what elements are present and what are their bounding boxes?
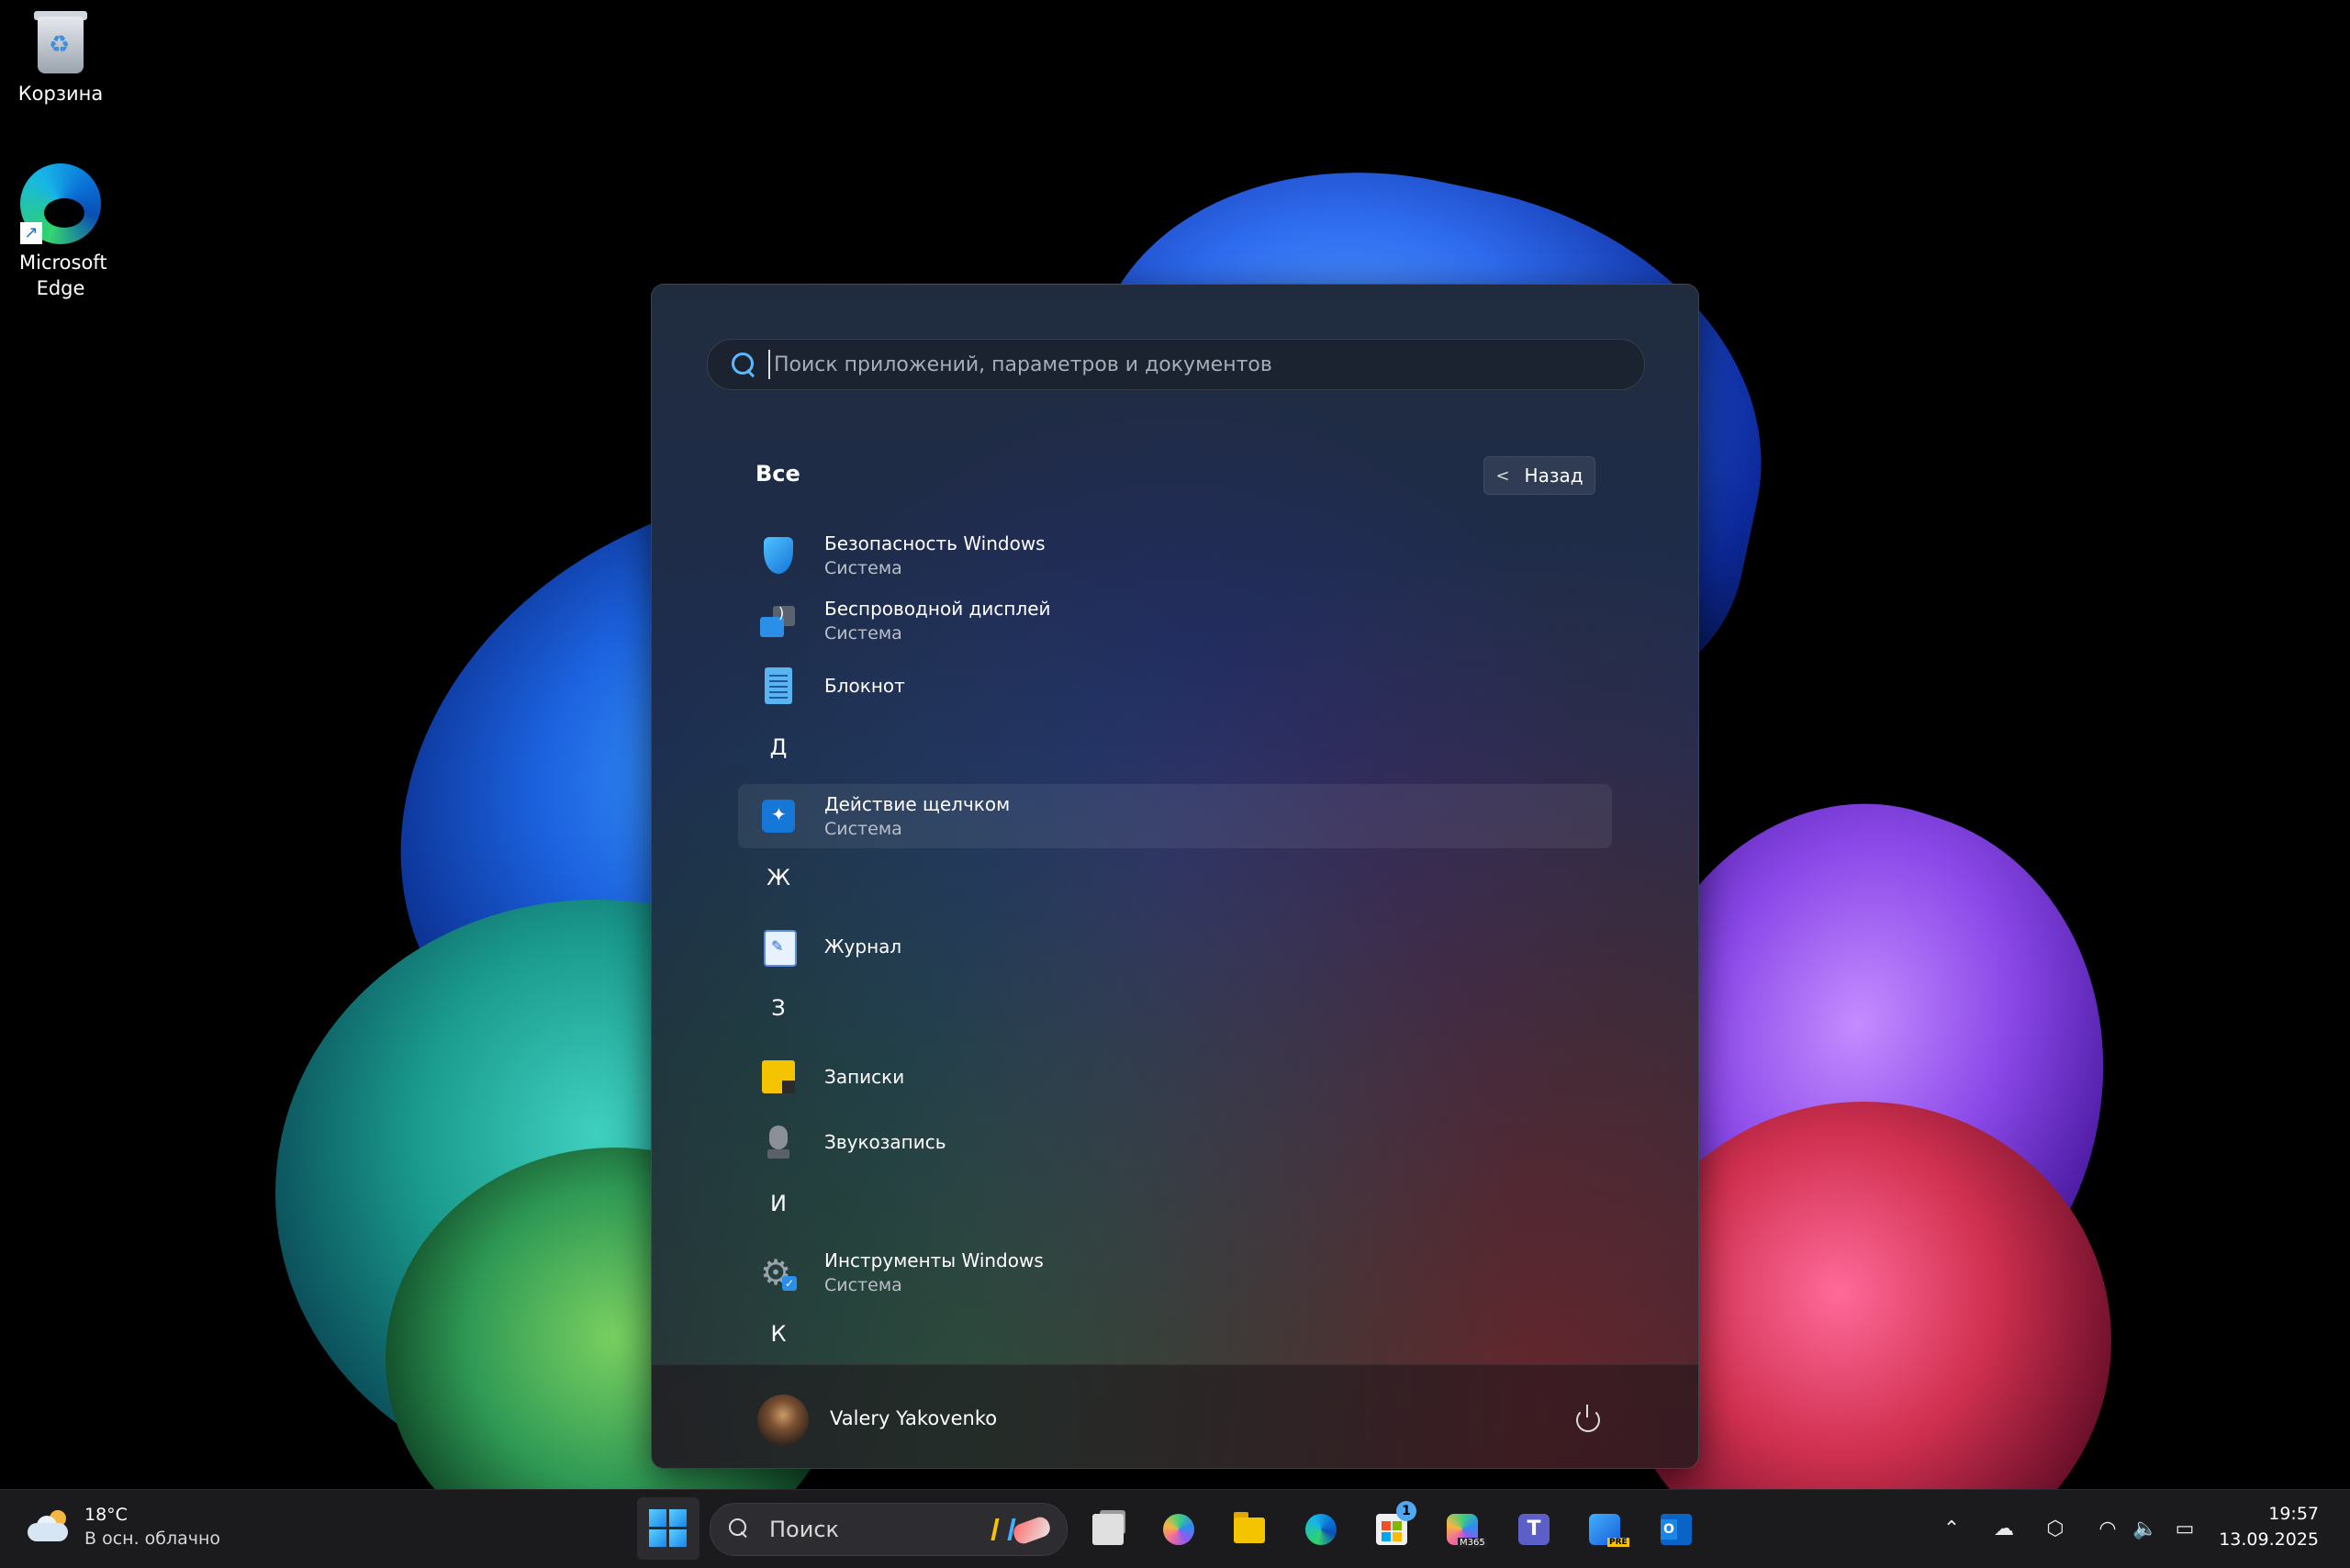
- alphabet-header[interactable]: Д: [760, 734, 797, 760]
- battery-icon[interactable]: ▭: [2173, 1518, 2197, 1541]
- edge-button[interactable]: [1292, 1501, 1348, 1556]
- taskbar: 18°C В осн. облачно Поиск 1 M365 T PRE O…: [0, 1489, 2350, 1568]
- wifi-icon[interactable]: ◠: [2096, 1518, 2120, 1541]
- app-name: Безопасность Windows: [824, 532, 1046, 554]
- edge-icon: ↗: [20, 163, 101, 244]
- back-button-label: Назад: [1524, 465, 1583, 487]
- start-menu-footer: Valery Yakovenko: [652, 1364, 1698, 1468]
- start-search-input[interactable]: [768, 350, 1626, 379]
- alphabet-header[interactable]: И: [760, 1191, 797, 1216]
- search-icon: [730, 351, 757, 378]
- app-item-notepad[interactable]: Блокнот: [738, 654, 1612, 718]
- weather-description: В осн. облачно: [84, 1529, 221, 1549]
- desktop-icon-label: Microsoft Edge: [19, 252, 107, 299]
- preview-app-button[interactable]: PRE: [1576, 1501, 1631, 1556]
- avatar[interactable]: [757, 1394, 809, 1446]
- sticky-notes-icon: [760, 1058, 797, 1095]
- alphabet-header[interactable]: Ж: [760, 865, 797, 890]
- app-name: Записки: [824, 1066, 905, 1088]
- app-name: Инструменты Windows: [824, 1249, 1044, 1271]
- chevron-up-icon[interactable]: ⌃: [1940, 1518, 1964, 1541]
- user-name[interactable]: Valery Yakovenko: [830, 1407, 997, 1429]
- recycle-bin-icon: ♻: [32, 7, 89, 75]
- app-category: Система: [824, 558, 902, 578]
- desktop-icon-edge[interactable]: ↗ Microsoft Edge: [6, 163, 116, 301]
- clock-date: 13.09.2025: [2219, 1529, 2319, 1550]
- app-name: Журнал: [824, 935, 902, 958]
- start-button[interactable]: [637, 1497, 699, 1560]
- app-name: Беспроводной дисплей: [824, 598, 1051, 620]
- chevron-left-icon: <: [1495, 465, 1510, 486]
- weather-widget[interactable]: 18°C В осн. облачно: [28, 1503, 220, 1551]
- taskbar-search[interactable]: Поиск: [710, 1503, 1068, 1556]
- section-title: Все: [755, 461, 800, 487]
- outlook-button[interactable]: O: [1648, 1501, 1703, 1556]
- app-name: Действие щелчком: [824, 793, 1011, 815]
- copilot-button[interactable]: [1150, 1501, 1205, 1556]
- start-menu: Все < Назад Безопасность Windows Система…: [651, 284, 1699, 1469]
- app-item-windows-tools[interactable]: ⚙ ✓ Инструменты Windows Система: [738, 1240, 1612, 1305]
- store-button[interactable]: 1: [1363, 1501, 1418, 1556]
- app-item-windows-security[interactable]: Безопасность Windows Система: [738, 523, 1612, 588]
- partly-cloudy-icon: [28, 1510, 72, 1543]
- start-search-box[interactable]: [707, 339, 1645, 390]
- desktop-icon-label: Корзина: [17, 83, 104, 105]
- volume-icon[interactable]: 🔈: [2132, 1518, 2157, 1541]
- alphabet-header[interactable]: З: [760, 995, 797, 1021]
- clock-time: 19:57: [2268, 1504, 2319, 1524]
- app-category: Система: [824, 819, 902, 839]
- network-app-icon[interactable]: ⬡: [2043, 1518, 2067, 1541]
- onedrive-icon[interactable]: ☁: [1992, 1518, 2016, 1541]
- m365-copilot-button[interactable]: M365: [1434, 1501, 1489, 1556]
- weather-temperature: 18°C: [84, 1505, 128, 1525]
- app-category: Система: [824, 623, 902, 644]
- power-button[interactable]: [1574, 1405, 1602, 1432]
- app-name: Блокнот: [824, 675, 905, 697]
- copilot-icon: [1163, 1514, 1194, 1545]
- taskbar-search-label: Поиск: [769, 1517, 840, 1542]
- search-highlight-icon: [984, 1513, 1054, 1547]
- app-category: Система: [824, 1275, 902, 1295]
- clock[interactable]: 19:57 13.09.2025: [2219, 1501, 2319, 1552]
- desktop-icon-recycle-bin[interactable]: ♻ Корзина: [6, 7, 116, 106]
- teams-button[interactable]: T: [1505, 1501, 1561, 1556]
- click-to-do-icon: ✦: [760, 798, 797, 834]
- app-item-wireless-display[interactable]: ) Беспроводной дисплей Система: [738, 588, 1612, 653]
- windows-tools-icon: ⚙ ✓: [760, 1254, 797, 1291]
- task-view-button[interactable]: [1080, 1501, 1135, 1556]
- app-item-sticky-notes[interactable]: Записки: [738, 1045, 1612, 1109]
- teams-icon: T: [1518, 1514, 1550, 1545]
- wireless-display-icon: ): [760, 602, 797, 639]
- app-name: Звукозапись: [824, 1131, 946, 1153]
- edge-icon: [1305, 1514, 1337, 1545]
- notification-badge: 1: [1396, 1501, 1416, 1521]
- app-item-sound-recorder[interactable]: Звукозапись: [738, 1110, 1612, 1174]
- journal-icon: ✎: [760, 928, 797, 967]
- alphabet-header[interactable]: К: [760, 1321, 797, 1347]
- file-explorer-button[interactable]: [1221, 1501, 1276, 1556]
- sound-recorder-icon: [760, 1124, 797, 1160]
- app-item-journal[interactable]: ✎ Журнал: [738, 914, 1612, 979]
- app-item-click-to-do[interactable]: ✦ Действие щелчком Система: [738, 784, 1612, 848]
- search-icon: [729, 1518, 747, 1539]
- windows-security-icon: [760, 537, 797, 574]
- back-button[interactable]: < Назад: [1483, 456, 1595, 495]
- notepad-icon: [760, 667, 797, 704]
